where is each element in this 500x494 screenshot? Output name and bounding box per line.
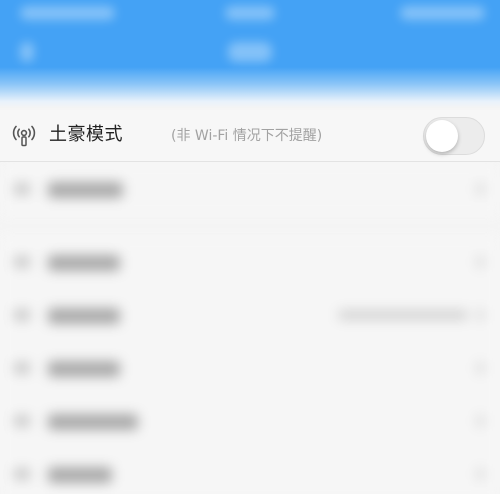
blurred-row — [0, 236, 500, 289]
tuhao-mode-toggle[interactable] — [423, 117, 485, 155]
blurred-settings-list — [0, 163, 500, 494]
status-bar-battery — [400, 6, 485, 20]
setting-hint: (非 Wi-Fi 情况下不提醒) — [171, 128, 323, 144]
wifi-antenna-icon — [12, 125, 36, 147]
status-bar-carrier — [20, 6, 115, 20]
setting-title: 土豪模式 — [49, 124, 123, 145]
toggle-knob — [426, 120, 458, 152]
blurred-row — [0, 395, 500, 448]
settings-screen: 土豪模式 (非 Wi-Fi 情况下不提醒) — [0, 0, 500, 494]
blurred-row — [0, 289, 500, 342]
blurred-page-title — [228, 42, 272, 62]
blurred-row — [0, 342, 500, 395]
status-bar-time — [225, 6, 275, 20]
blurred-row — [0, 163, 500, 216]
blurred-header — [0, 0, 500, 108]
blurred-back-icon — [20, 42, 34, 62]
blurred-row — [0, 448, 500, 494]
